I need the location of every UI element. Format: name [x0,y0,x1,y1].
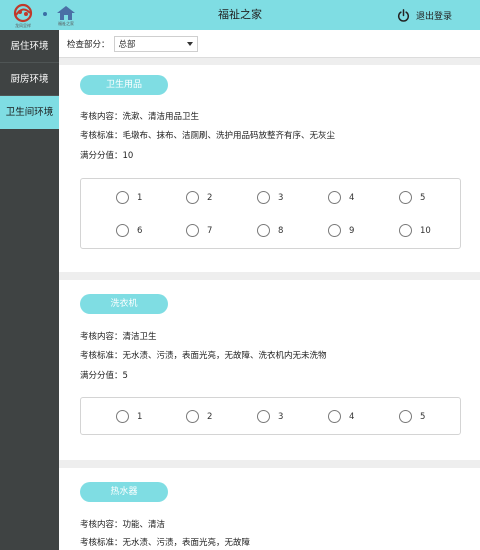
sidebar: 居住环境 厨房环境 卫生间环境 [0,30,59,550]
radio-icon [257,191,270,204]
option-label: 2 [207,192,213,203]
radio-icon [186,191,199,204]
assessment-content: 考核内容：清洁卫生 [80,332,157,342]
header-bar: 龙凤呈祥 福祉之家 福祉之家 退出登录 [0,0,480,30]
score-option-2[interactable]: 2 [186,191,212,204]
radio-icon [257,224,270,237]
radio-icon [116,224,129,237]
dropdown-caret-icon [186,41,193,46]
score-option-4[interactable]: 4 [328,410,354,423]
full-score: 满分分值：10 [80,151,134,161]
radio-icon [116,191,129,204]
score-option-7[interactable]: 7 [186,224,212,237]
sidebar-item-kitchen-environment[interactable]: 厨房环境 [0,63,59,96]
option-label: 10 [420,225,431,236]
radio-icon [186,410,199,423]
score-options: 1 2 3 4 5 6 7 8 9 10 [80,178,461,249]
option-label: 4 [349,192,355,203]
sidebar-item-living-environment[interactable]: 居住环境 [0,30,59,63]
option-label: 1 [137,192,143,203]
brand-logo-left: 龙凤呈祥 [2,0,44,30]
score-option-1[interactable]: 1 [116,191,142,204]
filter-label: 检查部分： [67,39,110,50]
score-option-6[interactable]: 6 [116,224,142,237]
main-content: 检查部分： 总部 卫生用品 考核内容：洗漱、清洁用品卫生 考核标准：毛墩布、抹布… [59,30,480,550]
option-label: 3 [278,411,284,422]
score-option-9[interactable]: 9 [328,224,354,237]
inspection-part-select[interactable]: 总部 [113,35,198,52]
logo-right-caption: 福祉之家 [58,20,74,26]
option-label: 9 [349,225,355,236]
radio-icon [328,191,341,204]
radio-icon [328,224,341,237]
score-option-5[interactable]: 5 [399,410,425,423]
score-option-10[interactable]: 10 [399,224,431,237]
section-tag: 洗衣机 [80,294,168,314]
score-options: 1 2 3 4 5 [80,397,461,435]
brand-emblem-icon [13,3,33,22]
house-icon [57,5,75,20]
section-tag: 卫生用品 [80,75,168,95]
score-option-3[interactable]: 3 [257,191,283,204]
option-label: 2 [207,411,213,422]
filter-bar: 检查部分： 总部 [59,30,480,58]
option-label: 8 [278,225,284,236]
score-option-5[interactable]: 5 [399,191,425,204]
score-option-8[interactable]: 8 [257,224,283,237]
assessment-standard: 考核标准：毛墩布、抹布、洁厕刷、洗护用品码放整齐有序、无灰尘 [80,131,336,141]
section-water-heater: 热水器 考核内容：功能、清洁 考核标准：无水渍、污渍，表面光亮，无故障 [59,468,480,550]
logo-separator-dot [43,12,47,16]
logout-button[interactable]: 退出登录 [397,0,452,30]
assessment-standard: 考核标准：无水渍、污渍，表面光亮，无故障 [80,538,251,548]
option-label: 3 [278,192,284,203]
score-option-1[interactable]: 1 [116,410,142,423]
logout-label: 退出登录 [415,11,452,22]
logo-left-caption: 龙凤呈祥 [15,22,31,28]
app-window: 龙凤呈祥 福祉之家 福祉之家 退出登录 居住环境 厨房环境 卫生间环境 检查部分… [0,0,480,550]
option-label: 5 [420,192,426,203]
radio-icon [328,410,341,423]
assessment-standard: 考核标准：无水渍、污渍，表面光亮，无故障、洗衣机内无未洗物 [80,351,327,361]
score-option-4[interactable]: 4 [328,191,354,204]
option-label: 6 [137,225,143,236]
option-label: 1 [137,411,143,422]
option-label: 7 [207,225,213,236]
radio-icon [257,410,270,423]
assessment-content: 考核内容：洗漱、清洁用品卫生 [80,112,200,122]
radio-icon [116,410,129,423]
filter-selected-value: 总部 [118,39,136,50]
option-label: 4 [349,411,355,422]
radio-icon [399,224,412,237]
assessment-content: 考核内容：功能、清洁 [80,520,166,530]
score-option-2[interactable]: 2 [186,410,212,423]
brand-logo-right: 福祉之家 [50,0,82,30]
option-label: 5 [420,411,426,422]
radio-icon [399,191,412,204]
section-hygiene-supplies: 卫生用品 考核内容：洗漱、清洁用品卫生 考核标准：毛墩布、抹布、洁厕刷、洗护用品… [59,65,480,272]
power-icon [397,8,410,22]
score-option-3[interactable]: 3 [257,410,283,423]
full-score: 满分分值：5 [80,371,128,381]
radio-icon [186,224,199,237]
radio-icon [399,410,412,423]
section-tag: 热水器 [80,482,168,502]
section-washing-machine: 洗衣机 考核内容：清洁卫生 考核标准：无水渍、污渍，表面光亮，无故障、洗衣机内无… [59,280,480,460]
sidebar-item-bathroom-environment[interactable]: 卫生间环境 [0,96,59,129]
